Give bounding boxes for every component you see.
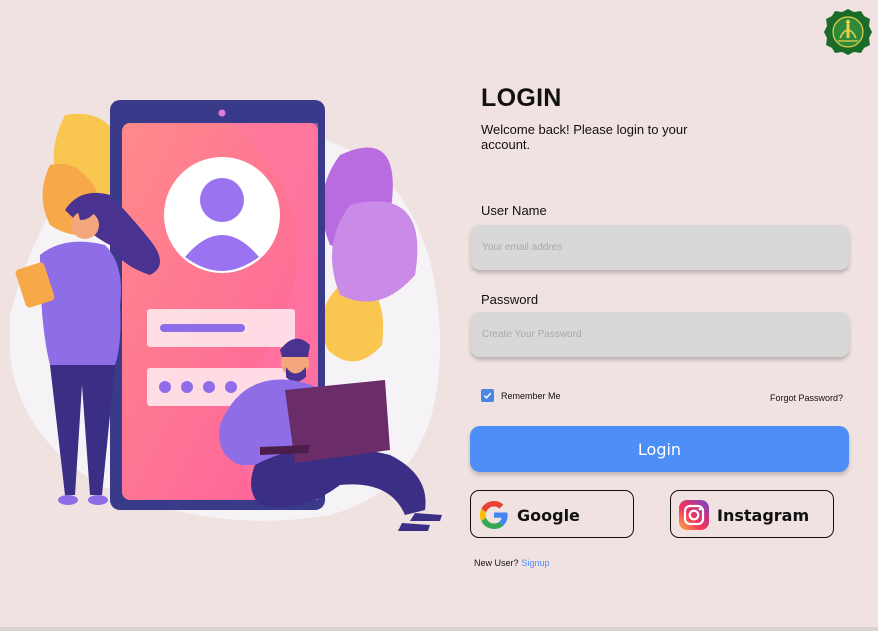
woman-torso — [40, 241, 121, 365]
login-button[interactable]: Login — [470, 426, 849, 472]
signup-link[interactable]: Signup — [522, 558, 550, 568]
checkmark-icon — [483, 392, 492, 399]
welcome-text: Welcome back! Please login to your accou… — [481, 122, 688, 152]
login-illustration — [10, 100, 442, 531]
password-label: Password — [481, 292, 539, 307]
username-label: User Name — [481, 203, 547, 218]
new-user-text: New User? — [474, 558, 519, 568]
forgot-password-link[interactable]: Forgot Password? — [770, 393, 843, 403]
password-input[interactable] — [471, 312, 849, 357]
username-input[interactable] — [471, 225, 849, 270]
instagram-login-button[interactable]: Instagram — [670, 490, 834, 538]
remember-me[interactable]: Remember Me — [481, 389, 561, 402]
remember-me-checkbox[interactable] — [481, 389, 494, 402]
google-label: Google — [517, 506, 580, 525]
bottom-divider — [0, 627, 878, 631]
google-icon — [480, 501, 508, 529]
signup-row: New User? Signup — [474, 558, 550, 568]
google-login-button[interactable]: Google — [470, 490, 634, 538]
remember-me-label: Remember Me — [501, 390, 561, 401]
instagram-label: Instagram — [717, 506, 810, 525]
university-emblem-icon — [824, 9, 872, 55]
instagram-icon — [679, 500, 709, 530]
page-title: LOGIN — [481, 84, 562, 112]
